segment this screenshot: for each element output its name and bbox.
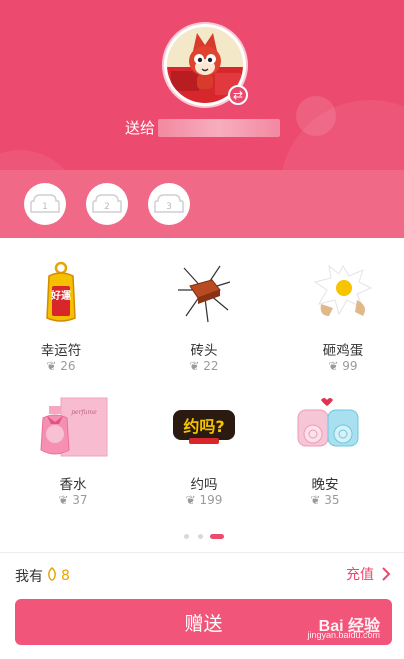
gift-name: 砸鸡蛋: [322, 343, 364, 359]
flower-icon: ❦: [189, 359, 200, 373]
sofa-icon: 1: [30, 194, 60, 213]
balance: 我有 8: [15, 566, 70, 586]
balance-value: 8: [61, 568, 70, 584]
sofa-icon: 2: [92, 194, 122, 213]
page-dot[interactable]: [198, 534, 203, 539]
brick-icon: [174, 260, 234, 326]
dating-sign-text: 约吗?: [183, 417, 224, 436]
baidu-watermark: Bai 经验 jingyan.baidu.com: [307, 612, 380, 640]
flower-icon: ❦: [46, 359, 57, 373]
balance-label: 我有: [15, 569, 43, 585]
tier-2-button[interactable]: 2: [86, 183, 128, 225]
flower-coin-icon: [47, 567, 57, 585]
gift-item-dating-sign[interactable]: 约吗? 约吗 ❦ 199: [149, 376, 259, 507]
recharge-link[interactable]: 充值: [346, 564, 392, 584]
flower-icon: ❦: [185, 493, 196, 507]
page-dot-active[interactable]: [210, 534, 224, 539]
watermark-url: jingyan.baidu.com: [307, 630, 380, 640]
page-dot[interactable]: [184, 534, 189, 539]
gift-name: 幸运符: [40, 343, 82, 359]
lucky-charm-icon: 好運: [31, 260, 91, 326]
lucky-charm-text: 好運: [50, 289, 71, 302]
chevron-right-icon: [382, 567, 391, 581]
gift-price: ❦ 199: [185, 493, 223, 507]
gift-price: ❦ 26: [46, 359, 76, 373]
smashed-egg-icon: [313, 260, 373, 326]
gift-name: 晚安: [311, 477, 339, 493]
gift-item-good-night[interactable]: 晚安 ❦ 35: [270, 376, 380, 507]
gift-grid: 好運 幸运符 ❦ 26 砖头 ❦ 22 砸鸡蛋 ❦ 99 perfume 香水 …: [0, 238, 404, 538]
flower-icon: ❦: [58, 493, 69, 507]
tier-1-button[interactable]: 1: [24, 183, 66, 225]
tier-number: 3: [166, 202, 172, 212]
send-to-label: 送给: [125, 119, 156, 137]
recharge-label: 充值: [346, 567, 374, 583]
gift-price: ❦ 37: [58, 493, 88, 507]
flower-icon: ❦: [310, 493, 321, 507]
tier-number: 2: [104, 202, 110, 212]
gift-name: 约吗: [190, 477, 218, 493]
tier-number: 1: [42, 202, 48, 212]
gift-item-lucky-charm[interactable]: 好運 幸运符 ❦ 26: [6, 242, 116, 373]
gift-name: 砖头: [190, 343, 218, 359]
gift-item-perfume[interactable]: perfume 香水 ❦ 37: [18, 376, 128, 507]
gift-name: 香水: [59, 477, 87, 493]
flower-icon: ❦: [328, 359, 339, 373]
good-night-icon: [294, 394, 364, 460]
gift-price: ❦ 99: [328, 359, 358, 373]
gift-item-brick[interactable]: 砖头 ❦ 22: [149, 242, 259, 373]
recipient-name-masked: [158, 119, 280, 137]
tier-3-button[interactable]: 3: [148, 183, 190, 225]
swap-icon[interactable]: ⇄: [228, 85, 248, 105]
perfume-brand-text: perfume: [71, 409, 97, 416]
decor-bubble: [296, 96, 336, 136]
gift-price: ❦ 35: [310, 493, 340, 507]
page-indicator: [0, 534, 404, 540]
divider: [0, 552, 404, 553]
gift-price: ❦ 22: [189, 359, 219, 373]
dating-sign-icon: 约吗?: [169, 394, 239, 460]
sofa-icon: 3: [154, 194, 184, 213]
gift-item-smashed-egg[interactable]: 砸鸡蛋 ❦ 99: [288, 242, 398, 373]
perfume-icon: perfume: [35, 394, 111, 460]
